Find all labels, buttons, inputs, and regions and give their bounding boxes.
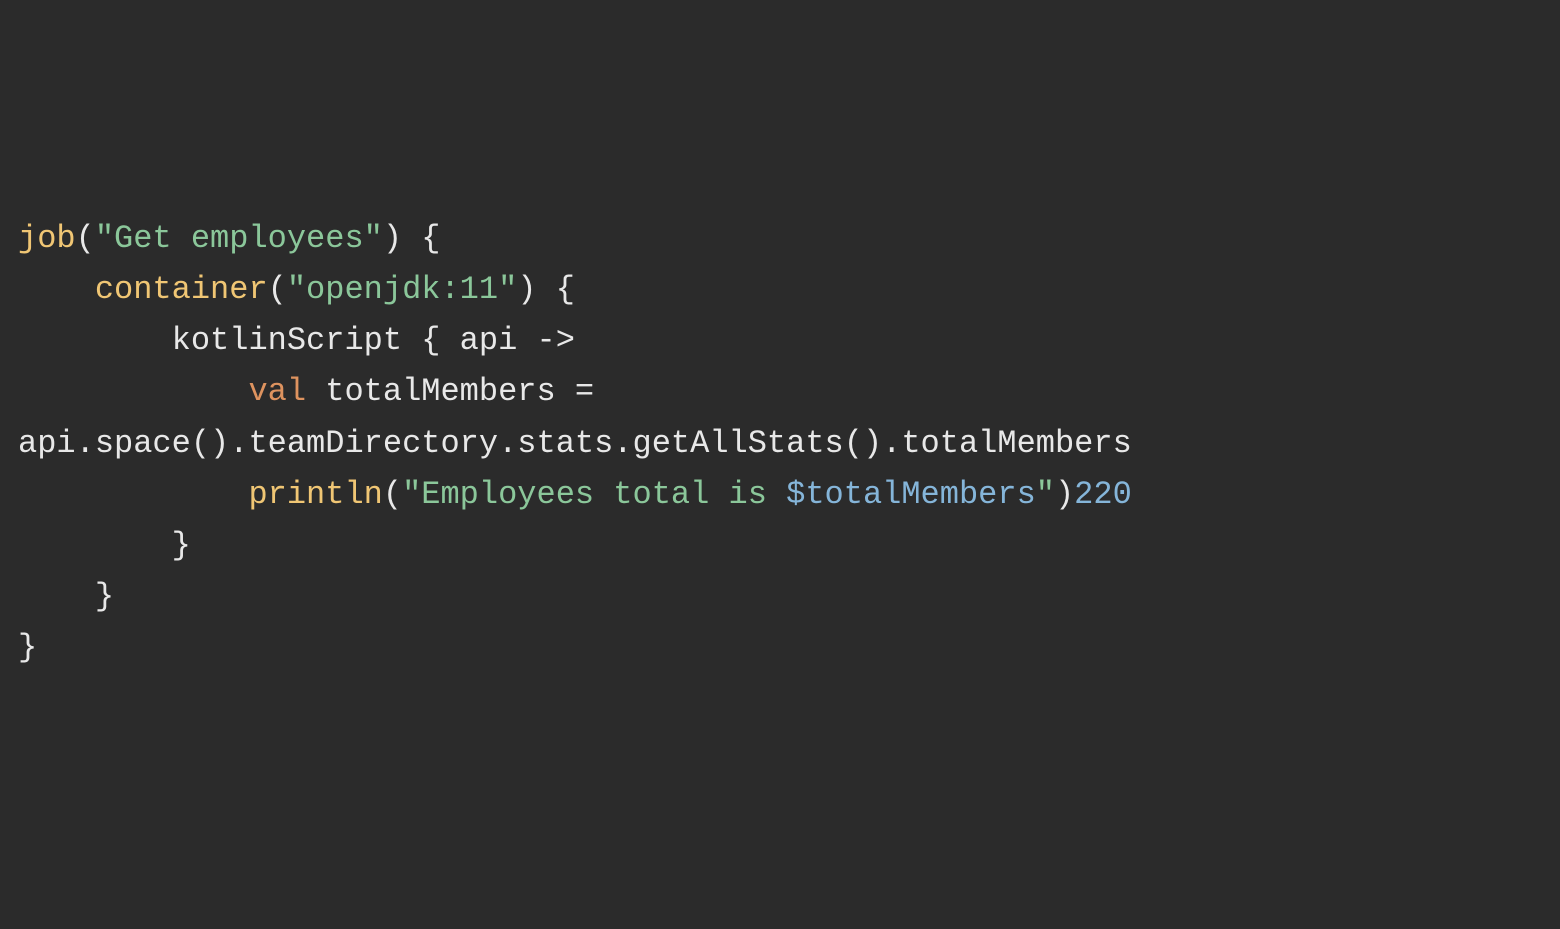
code-line-2: container("openjdk:11") { (18, 264, 1542, 315)
indent (18, 271, 95, 308)
code-line-6: println("Employees total is $totalMember… (18, 469, 1542, 520)
brace: } (18, 629, 37, 666)
fn-container: container (95, 271, 268, 308)
brace: } (172, 527, 191, 564)
code-line-9: } (18, 622, 1542, 673)
template-var: $totalMembers (786, 476, 1036, 513)
paren-brace: ) { (517, 271, 575, 308)
fn-job: job (18, 220, 76, 257)
paren: ( (268, 271, 287, 308)
string-literal: "Get employees" (95, 220, 383, 257)
code-line-8: } (18, 571, 1542, 622)
paren-brace: ) { (383, 220, 441, 257)
code-line-7: } (18, 520, 1542, 571)
string-post: " (1036, 476, 1055, 513)
paren: ) (1055, 476, 1074, 513)
fn-println: println (248, 476, 382, 513)
code-line-1: job("Get employees") { (18, 213, 1542, 264)
string-literal: "openjdk:11" (287, 271, 517, 308)
indent (18, 527, 172, 564)
brace: } (95, 578, 114, 615)
code-line-4: val totalMembers = (18, 366, 1542, 417)
code-text: kotlinScript { api -> (172, 322, 575, 359)
indent (18, 373, 248, 410)
indent (18, 476, 248, 513)
number-literal: 220 (1074, 476, 1132, 513)
keyword-val: val (248, 373, 306, 410)
code-text: totalMembers = (306, 373, 594, 410)
indent (18, 578, 95, 615)
code-line-3: kotlinScript { api -> (18, 315, 1542, 366)
string-pre: "Employees total is (402, 476, 786, 513)
indent (18, 322, 172, 359)
paren: ( (383, 476, 402, 513)
paren: ( (76, 220, 95, 257)
code-line-5: api.space().teamDirectory.stats.getAllSt… (18, 418, 1542, 469)
code-text: api.space().teamDirectory.stats.getAllSt… (18, 425, 1132, 462)
